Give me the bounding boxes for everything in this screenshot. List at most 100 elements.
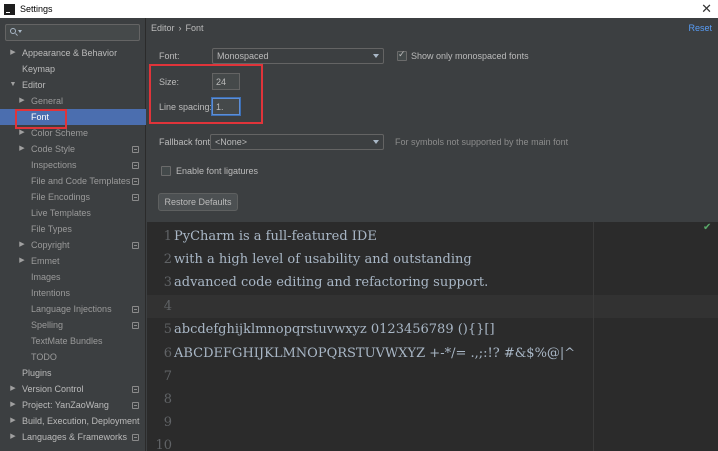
tree-item-label: Spelling [31, 320, 64, 330]
tree-item-label: Code Style [31, 144, 76, 154]
tree-item-label: Project: YanZaoWang [22, 400, 109, 410]
show-only-monospaced-label: Show only monospaced fonts [411, 51, 529, 61]
breadcrumb: Editor › Font [151, 21, 204, 35]
tree-item-color-scheme[interactable]: ▶ Color Scheme [0, 125, 146, 141]
chevron-down-icon [373, 54, 379, 58]
tree-item-inspections[interactable]: Inspections [0, 157, 146, 173]
font-dropdown[interactable]: Monospaced [212, 48, 384, 64]
tree-item-label: Keymap [22, 64, 56, 74]
search-box[interactable] [5, 24, 140, 41]
line-number: 8 [163, 392, 172, 407]
tree-item-images[interactable]: Images [0, 269, 146, 285]
tree-item-label: Languages & Frameworks [22, 432, 128, 442]
line-number: 5 [163, 322, 172, 337]
tree-item-project[interactable]: ▶ Project: YanZaoWang [0, 397, 146, 413]
tree-item-appearance-behavior[interactable]: ▶ Appearance & Behavior [0, 45, 146, 61]
tree-item-build-execution-deployment[interactable]: ▶ Build, Execution, Deployment [0, 413, 146, 429]
show-only-monospaced-checkbox[interactable] [397, 49, 407, 61]
line-spacing-field[interactable] [212, 98, 240, 115]
tree-item-label: Plugins [22, 368, 52, 378]
tree-item-label: File and Code Templates [31, 176, 131, 186]
project-scope-icon [132, 322, 139, 329]
tree-item-spelling[interactable]: Spelling [0, 317, 146, 333]
breadcrumb-separator: › [178, 23, 182, 33]
expand-arrow-icon[interactable]: ▶ [8, 413, 18, 429]
line-number: 2 [163, 252, 172, 267]
tree-item-label: File Types [31, 224, 72, 234]
font-label: Font: [159, 51, 180, 61]
tree-item-emmet[interactable]: ▶ Emmet [0, 253, 146, 269]
search-input[interactable] [24, 26, 136, 39]
expand-arrow-icon[interactable]: ▶ [17, 253, 27, 269]
size-input[interactable] [216, 75, 236, 88]
tree-item-file-code-templates[interactable]: File and Code Templates [0, 173, 146, 189]
line-number: 4 [163, 299, 172, 314]
reset-link[interactable]: Reset [688, 21, 712, 35]
line-text: with a high level of usability and outst… [174, 252, 472, 267]
tree-item-keymap[interactable]: Keymap [0, 61, 146, 77]
fallback-font-dropdown[interactable]: <None> [210, 134, 384, 150]
project-scope-icon [132, 242, 139, 249]
tree-item-general[interactable]: ▶ General [0, 93, 146, 109]
tree-item-label: General [31, 96, 64, 106]
close-icon[interactable]: ✕ [701, 1, 712, 17]
project-scope-icon [132, 194, 139, 201]
restore-defaults-button[interactable]: Restore Defaults [158, 193, 238, 211]
tree-item-live-templates[interactable]: Live Templates [0, 205, 146, 221]
tree-item-copyright[interactable]: ▶ Copyright [0, 237, 146, 253]
size-label: Size: [159, 77, 180, 87]
expand-arrow-icon[interactable]: ▶ [8, 397, 18, 413]
line-spacing-input[interactable] [216, 100, 236, 113]
tree-item-intentions[interactable]: Intentions [0, 285, 146, 301]
enable-ligatures-checkbox[interactable] [161, 166, 171, 176]
fallback-font-value: <None> [215, 137, 248, 147]
tree-item-label: Language Injections [31, 304, 112, 314]
expand-arrow-icon[interactable]: ▶ [17, 141, 27, 157]
tree-item-code-style[interactable]: ▶ Code Style [0, 141, 146, 157]
expand-arrow-icon[interactable]: ▶ [8, 45, 18, 61]
tree-item-editor[interactable]: ▼ Editor [0, 77, 146, 93]
breadcrumb-parent[interactable]: Editor [151, 21, 175, 35]
tree-item-label: Intentions [31, 288, 71, 298]
collapse-arrow-icon[interactable]: ▼ [8, 77, 18, 93]
settings-sidebar: ▶ Appearance & Behavior Keymap ▼ Editor … [0, 18, 146, 451]
title-bar: Settings ✕ [0, 0, 718, 18]
tree-item-file-types[interactable]: File Types [0, 221, 146, 237]
search-icon[interactable] [9, 26, 22, 39]
tree-item-font[interactable]: Font [0, 109, 146, 125]
tree-item-todo[interactable]: TODO [0, 349, 146, 365]
expand-arrow-icon[interactable]: ▶ [17, 237, 27, 253]
project-scope-icon [132, 402, 139, 409]
font-preview-editor[interactable]: 1 PyCharm is a full-featured IDE 2 with … [147, 222, 718, 451]
window-title: Settings [20, 4, 53, 14]
tree-item-version-control[interactable]: ▶ Version Control [0, 381, 146, 397]
size-spacing-highlight-box [149, 64, 263, 124]
tree-item-label: Color Scheme [31, 128, 89, 138]
tree-item-label: Images [31, 272, 61, 282]
tree-item-label: TextMate Bundles [31, 336, 103, 346]
line-text: abcdefghijklmnopqrstuvwxyz 0123456789 ()… [174, 322, 495, 337]
line-number: 7 [163, 369, 172, 384]
expand-arrow-icon[interactable]: ▶ [17, 93, 27, 109]
tree-item-label: Version Control [22, 384, 84, 394]
size-field[interactable] [212, 73, 240, 90]
project-scope-icon [132, 386, 139, 393]
tree-item-plugins[interactable]: Plugins [0, 365, 146, 381]
tree-item-languages-frameworks[interactable]: ▶ Languages & Frameworks [0, 429, 146, 445]
project-scope-icon [132, 434, 139, 441]
tree-item-label: Build, Execution, Deployment [22, 416, 140, 426]
expand-arrow-icon[interactable]: ▶ [8, 429, 18, 445]
line-text: ABCDEFGHIJKLMNOPQRSTUVWXYZ +-*/= .,;:!? … [174, 346, 576, 361]
line-number: 3 [163, 275, 172, 290]
tree-item-textmate-bundles[interactable]: TextMate Bundles [0, 333, 146, 349]
font-dropdown-value: Monospaced [217, 51, 269, 61]
enable-ligatures-label: Enable font ligatures [176, 166, 259, 176]
tree-item-label: Live Templates [31, 208, 91, 218]
line-number: 6 [163, 346, 172, 361]
expand-arrow-icon[interactable]: ▶ [17, 125, 27, 141]
expand-arrow-icon[interactable]: ▶ [8, 381, 18, 397]
tree-item-language-injections[interactable]: Language Injections [0, 301, 146, 317]
current-line-highlight [147, 295, 718, 318]
breadcrumb-current: Font [185, 23, 204, 33]
tree-item-file-encodings[interactable]: File Encodings [0, 189, 146, 205]
